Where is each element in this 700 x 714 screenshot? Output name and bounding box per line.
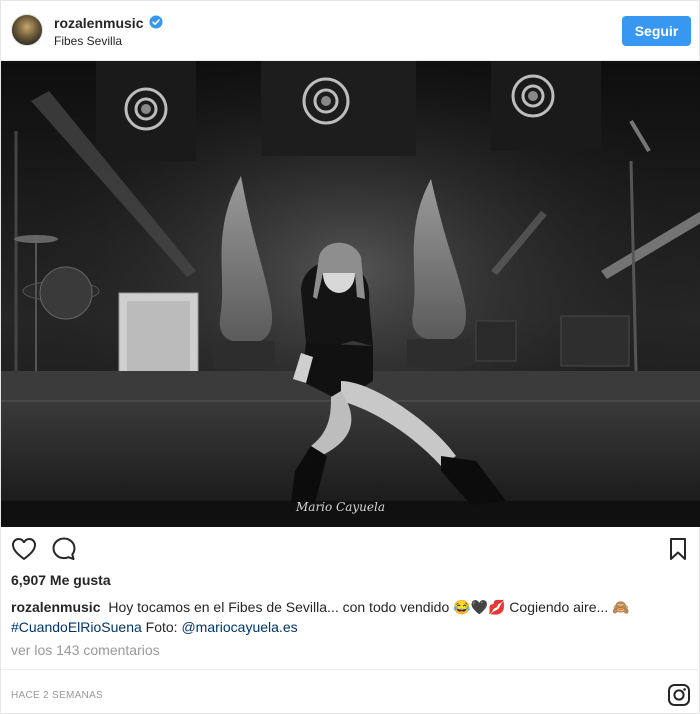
photo-credit-label: Foto:	[145, 619, 178, 635]
photo-watermark: Mario Cayuela	[295, 500, 385, 514]
post-photo[interactable]: Mario Cayuela	[1, 61, 700, 527]
heart-icon[interactable]	[11, 536, 37, 562]
view-comments-link[interactable]: ver los 143 comentarios	[11, 642, 160, 658]
footer-divider	[1, 669, 700, 670]
caption-username[interactable]: rozalenmusic	[11, 599, 100, 615]
avatar[interactable]	[11, 14, 43, 46]
likes-count[interactable]: 6,907 Me gusta	[11, 572, 111, 588]
post-timestamp[interactable]: HACE 2 SEMANAS	[11, 690, 103, 701]
hashtag-link[interactable]: #CuandoElRioSuena	[11, 619, 142, 635]
comment-icon[interactable]	[51, 536, 77, 562]
post-card: rozalenmusic Fibes Sevilla Seguir Mario …	[0, 0, 700, 714]
mention-link[interactable]: @mariocayuela.es	[181, 619, 297, 635]
verified-badge-icon	[149, 15, 163, 29]
concert-photo-image: Mario Cayuela	[1, 61, 700, 527]
bookmark-icon[interactable]	[667, 537, 689, 561]
follow-button[interactable]: Seguir	[622, 16, 691, 46]
instagram-icon[interactable]	[667, 683, 691, 707]
post-caption: rozalenmusic Hoy tocamos en el Fibes de …	[11, 597, 691, 637]
header-username[interactable]: rozalenmusic	[54, 15, 143, 31]
location-link[interactable]: Fibes Sevilla	[54, 34, 122, 48]
caption-text: Hoy tocamos en el Fibes de Sevilla... co…	[108, 599, 630, 615]
post-header: rozalenmusic Fibes Sevilla Seguir	[1, 1, 700, 61]
